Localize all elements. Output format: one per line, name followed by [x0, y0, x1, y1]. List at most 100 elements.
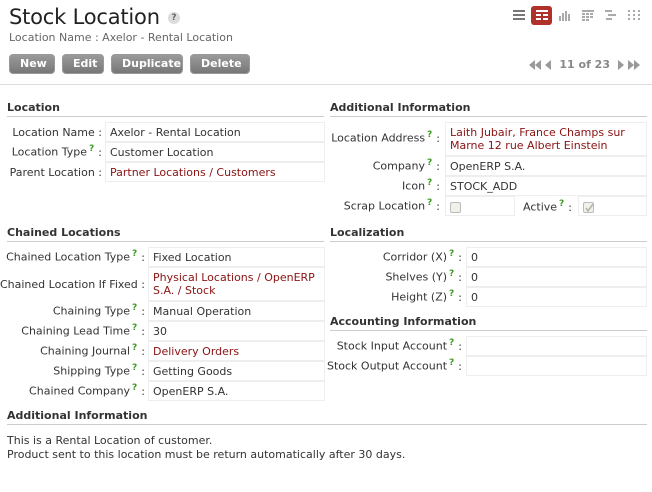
chained-location-type-field[interactable]: Fixed Location	[148, 247, 325, 267]
shelves-label-text: Shelves (Y)	[385, 270, 448, 284]
section-location-title: Location	[7, 101, 324, 117]
location-address-label: Location Address?:	[331, 130, 440, 145]
notes-line: This is a Rental Location of customer.	[7, 434, 213, 447]
stock-output-account-label-text: Stock Output Account	[326, 359, 448, 373]
form-view-icon	[535, 10, 548, 20]
help-icon[interactable]: ?	[449, 269, 454, 279]
chaining-journal-field[interactable]: Delivery Orders	[148, 341, 325, 361]
stock-input-account-label-text: Stock Input Account	[336, 339, 448, 353]
kanban-view-button[interactable]	[623, 6, 644, 25]
help-icon[interactable]: ?	[427, 130, 432, 140]
record-pager: 11 of 23	[529, 58, 640, 71]
shipping-type-label: Shipping Type?:	[53, 363, 145, 378]
calendar-view-button[interactable]	[577, 6, 598, 25]
form-toolbar: New Edit Duplicate Delete	[9, 54, 250, 74]
help-icon[interactable]: ?	[427, 158, 432, 168]
bar-chart-icon	[558, 11, 570, 21]
stock-output-account-field[interactable]	[466, 356, 647, 376]
icon-label-text: Icon	[402, 179, 426, 193]
record-subtitle: Location Name : Axelor - Rental Location	[9, 31, 233, 44]
chaining-type-field[interactable]: Manual Operation	[148, 301, 325, 321]
delete-button[interactable]: Delete	[190, 54, 250, 74]
help-icon[interactable]: ?	[167, 12, 180, 24]
help-icon[interactable]: ?	[89, 144, 94, 154]
corridor-label: Corridor (X)?:	[382, 249, 462, 264]
shelves-field[interactable]: 0	[466, 267, 647, 287]
location-address-field[interactable]: Laith Jubair, France Champs sur Marne 12…	[445, 122, 647, 156]
section-additional-title: Additional Information	[330, 101, 647, 117]
notes-line: Product sent to this location must be re…	[7, 448, 406, 461]
corridor-field[interactable]: 0	[466, 247, 647, 267]
location-type-label: Location Type?:	[11, 144, 102, 159]
section-chained-title: Chained Locations	[7, 226, 324, 242]
help-icon[interactable]: ?	[449, 289, 454, 299]
scrap-location-checkbox[interactable]	[450, 201, 461, 213]
chaining-lead-time-label-text: Chaining Lead Time	[21, 324, 131, 338]
help-icon[interactable]: ?	[449, 338, 454, 348]
help-icon[interactable]: ?	[559, 199, 564, 209]
chaining-lead-time-field[interactable]: 30	[148, 321, 325, 341]
help-icon[interactable]: ?	[449, 249, 454, 259]
icon-label: Icon?:	[402, 178, 440, 193]
height-field[interactable]: 0	[466, 287, 647, 307]
duplicate-button[interactable]: Duplicate	[111, 54, 183, 74]
chained-location-type-label: Chained Location Type?:	[6, 249, 145, 264]
shelves-label: Shelves (Y)?:	[385, 269, 462, 284]
chained-company-label: Chained Company?:	[29, 383, 145, 398]
height-label-text: Height (Z)	[391, 290, 448, 304]
section-notes-title: Additional Information	[7, 409, 647, 425]
icon-field[interactable]: STOCK_ADD	[445, 176, 647, 196]
company-field[interactable]: OpenERP S.A.	[445, 156, 647, 176]
stock-input-account-field[interactable]	[466, 336, 647, 356]
new-button[interactable]: New	[9, 54, 55, 74]
shipping-type-field[interactable]: Getting Goods	[148, 361, 325, 381]
first-record-icon[interactable]	[529, 59, 542, 70]
previous-record-icon[interactable]	[544, 59, 552, 70]
chaining-type-label: Chaining Type?:	[52, 303, 145, 318]
list-view-button[interactable]	[508, 6, 529, 25]
page-title-text: Stock Location	[9, 5, 160, 29]
stock-output-account-label: Stock Output Account?:	[326, 358, 462, 373]
help-icon[interactable]: ?	[132, 303, 137, 313]
edit-button[interactable]: Edit	[62, 54, 104, 74]
checkmark-icon	[585, 203, 594, 212]
parent-location-field[interactable]: Partner Locations / Customers	[105, 162, 325, 182]
help-icon[interactable]: ?	[132, 383, 137, 393]
help-icon[interactable]: ?	[132, 363, 137, 373]
next-record-icon[interactable]	[617, 59, 625, 70]
help-icon[interactable]: ?	[449, 358, 454, 368]
scrap-location-label: Scrap Location?:	[343, 198, 440, 213]
pager-count: 11 of 23	[559, 58, 610, 71]
chained-location-fixed-field[interactable]: Physical Locations / OpenERP S.A. / Stoc…	[148, 267, 325, 301]
stock-input-account-label: Stock Input Account?:	[336, 338, 462, 353]
form-view-button[interactable]	[531, 6, 552, 25]
gantt-icon	[604, 10, 616, 20]
view-switcher	[508, 6, 644, 25]
notes-text: This is a Rental Location of customer. P…	[7, 434, 405, 462]
chained-location-type-label-text: Chained Location Type	[6, 250, 131, 264]
corridor-label-text: Corridor (X)	[382, 250, 448, 264]
help-icon[interactable]: ?	[132, 343, 137, 353]
section-localization-title: Localization	[330, 226, 647, 242]
graph-view-button[interactable]	[554, 6, 575, 25]
gantt-view-button[interactable]	[600, 6, 621, 25]
chained-company-field[interactable]: OpenERP S.A.	[148, 381, 325, 401]
chaining-lead-time-label: Chaining Lead Time?:	[21, 323, 145, 338]
kanban-icon	[627, 10, 640, 20]
help-icon[interactable]: ?	[132, 323, 137, 333]
help-icon[interactable]: ?	[427, 178, 432, 188]
last-record-icon[interactable]	[628, 59, 640, 70]
chaining-type-label-text: Chaining Type	[52, 304, 131, 318]
location-type-field[interactable]: Customer Location	[105, 142, 325, 162]
scrap-location-field	[445, 196, 515, 216]
chaining-journal-label-text: Chaining Journal	[40, 344, 131, 358]
help-icon[interactable]: ?	[132, 249, 137, 259]
header-divider	[0, 84, 652, 85]
help-icon[interactable]: ?	[427, 198, 432, 208]
active-checkbox[interactable]	[583, 201, 594, 213]
company-label: Company?:	[372, 158, 440, 173]
scrap-location-label-text: Scrap Location	[343, 199, 426, 213]
location-name-field[interactable]: Axelor - Rental Location	[105, 122, 325, 142]
section-accounting-title: Accounting Information	[330, 315, 647, 331]
active-label: Active?:	[523, 199, 572, 214]
